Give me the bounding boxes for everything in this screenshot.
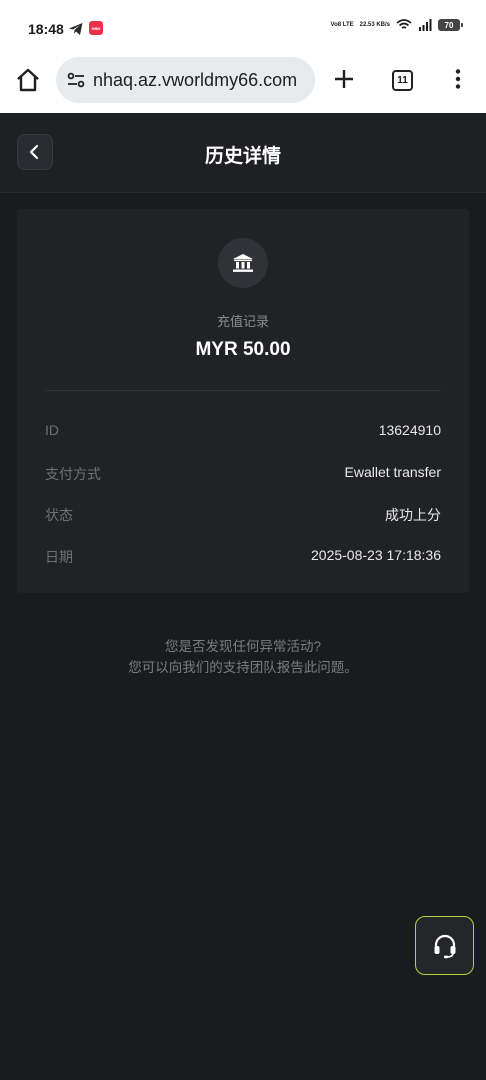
record-type-label: 充值记录 — [216, 314, 269, 329]
telegram-icon — [69, 23, 83, 35]
divider — [45, 390, 441, 391]
row-value: Ewallet transfer — [344, 464, 441, 480]
notice-line-1: 您是否发现任何异常活动? — [164, 639, 321, 654]
row-label: 日期 — [45, 549, 73, 565]
home-icon[interactable] — [14, 66, 42, 94]
plus-icon[interactable] — [332, 67, 356, 91]
detail-row-date: 日期 2025-08-23 17:18:36 — [45, 547, 441, 567]
history-detail-card: 充值记录 MYR 50.00 ID 13624910 支付方式 Ewallet … — [17, 209, 469, 593]
wifi-icon — [396, 19, 412, 29]
detail-row-payment-method: 支付方式 Ewallet transfer — [45, 464, 441, 484]
site-settings-icon[interactable] — [66, 70, 86, 90]
status-indicators: Vo8 LTE 22.53 KB/s 70 — [330, 19, 463, 31]
row-label: 状态 — [45, 507, 73, 523]
network-type: Vo8 LTE — [330, 22, 354, 28]
address-bar[interactable]: nhaq.az.vworldmy66.com — [56, 57, 315, 103]
url-text: nhaq.az.vworldmy66.com — [93, 69, 298, 90]
row-value: 2025-08-23 17:18:36 — [311, 547, 441, 563]
bank-icon — [233, 254, 253, 272]
bank-icon-wrapper — [218, 238, 268, 288]
network-speed: 22.53 KB/s — [359, 22, 390, 28]
signal-icon — [419, 19, 432, 31]
row-value: 成功上分 — [385, 507, 441, 523]
headset-icon — [434, 934, 455, 958]
record-amount: MYR 50.00 — [195, 339, 291, 360]
row-label: ID — [45, 422, 59, 438]
status-time: 18:48 — [28, 21, 64, 37]
detail-row-status: 状态 成功上分 — [45, 505, 441, 525]
page-title: 历史详情 — [204, 146, 281, 167]
detail-row-id: ID 13624910 — [45, 422, 441, 438]
status-bar: 18:48 HBN Vo8 LTE 22.53 KB/s 70 — [0, 0, 486, 55]
battery-icon: 70 — [438, 19, 463, 31]
row-value: 13624910 — [378, 422, 441, 438]
app-notification-icon: HBN — [89, 21, 103, 35]
notice-line-2: 您可以向我们的支持团队报告此问题。 — [128, 660, 358, 675]
page-header: 历史详情 — [0, 113, 486, 193]
tab-switcher-button[interactable]: 11 — [392, 70, 413, 91]
customer-support-button[interactable] — [415, 916, 474, 975]
menu-icon[interactable] — [446, 67, 470, 91]
row-label: 支付方式 — [45, 466, 101, 482]
browser-toolbar: nhaq.az.vworldmy66.com 11 — [0, 55, 486, 113]
report-notice: 您是否发现任何异常活动? 您可以向我们的支持团队报告此问题。 — [0, 636, 486, 678]
